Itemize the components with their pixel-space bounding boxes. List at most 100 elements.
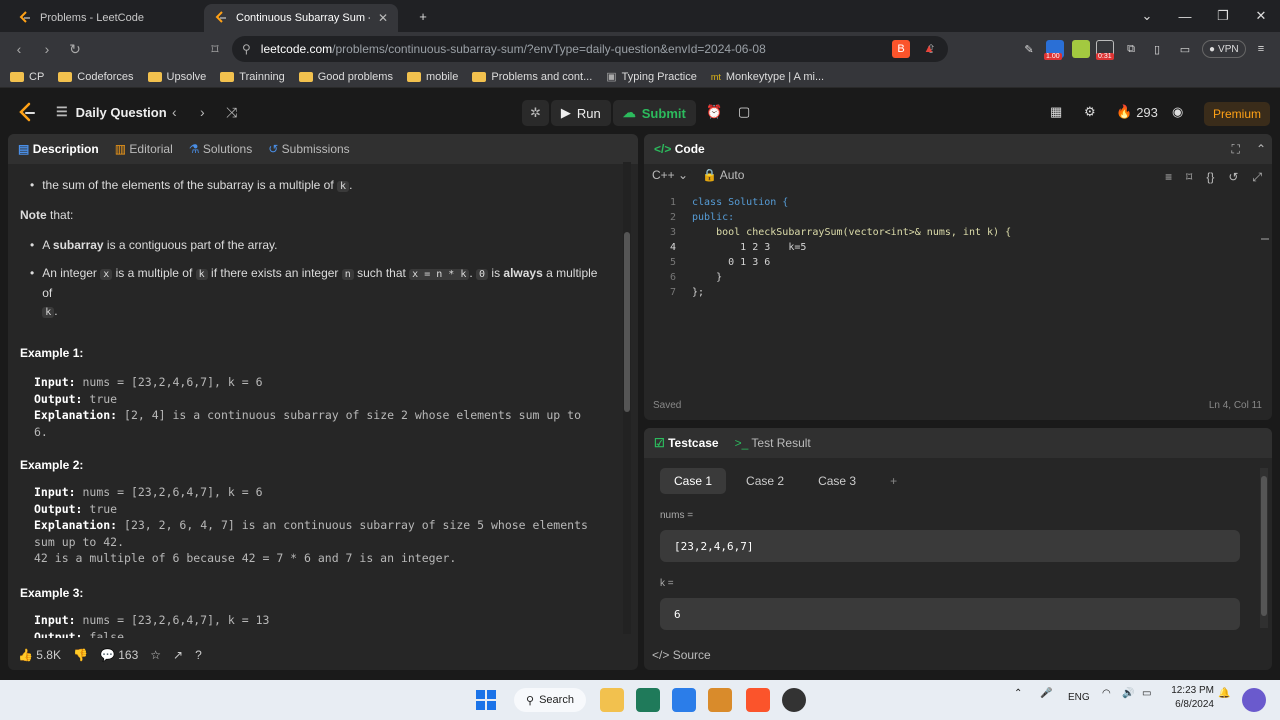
expand-icon[interactable]: ⤢ xyxy=(1252,170,1262,185)
close-tab-icon[interactable]: ✕ xyxy=(378,11,388,25)
menu-icon[interactable]: ≡ xyxy=(1252,40,1270,58)
case-tab[interactable]: Case 3 xyxy=(804,468,870,494)
extension-icon-b[interactable] xyxy=(1072,40,1090,58)
settings-gear-icon[interactable]: ⚙ xyxy=(1084,104,1096,120)
format-icon[interactable]: ≡ xyxy=(1165,170,1172,185)
bookmark-item[interactable]: ▣ Typing Practice xyxy=(606,70,697,84)
bookmark-item[interactable]: mt Monkeytype | A mi... xyxy=(711,71,824,83)
bookmark-item[interactable]: CP xyxy=(10,71,44,83)
tab-search-icon[interactable]: ⌄ xyxy=(1128,0,1166,32)
pen-icon[interactable]: ✎ xyxy=(1020,40,1038,58)
layout-icon[interactable]: ▦ xyxy=(1050,104,1062,120)
sidebar-icon[interactable]: ▯ xyxy=(1148,40,1166,58)
back-icon[interactable]: ‹ xyxy=(8,38,30,60)
site-settings-icon[interactable]: ⚲ xyxy=(242,42,251,56)
extensions-puzzle-icon[interactable]: ⧉ xyxy=(1122,40,1140,58)
scrollbar-thumb[interactable] xyxy=(1261,476,1267,616)
like-button[interactable]: 👍 5.8K xyxy=(18,648,61,662)
submit-button[interactable]: ☁ Submit xyxy=(612,100,696,126)
maximize-button[interactable]: ❐ xyxy=(1204,0,1242,32)
forward-icon[interactable]: › xyxy=(36,38,58,60)
code-editor[interactable]: 1 class Solution { 2 public: 3 bool checkS… xyxy=(644,194,1254,314)
microphone-icon[interactable]: 🎤 xyxy=(1040,688,1052,699)
help-icon[interactable]: ? xyxy=(195,648,202,662)
close-window-button[interactable]: ✕ xyxy=(1242,0,1280,32)
code-text: bool checkSubarraySum(vector<int>& nums,… xyxy=(692,227,1012,238)
app-icon-2[interactable] xyxy=(782,688,806,712)
sublime-icon[interactable] xyxy=(708,688,732,712)
label: Output: xyxy=(34,629,83,639)
volume-icon[interactable]: 🔊 xyxy=(1122,688,1134,699)
windows-start-icon[interactable] xyxy=(474,688,498,712)
taskbar-search[interactable]: ⚲ Search xyxy=(514,688,586,712)
bookmark-icon[interactable]: ⌑ xyxy=(1186,170,1192,185)
language-select[interactable]: C++ ⌄ xyxy=(652,168,688,182)
leetcode-logo-icon[interactable] xyxy=(18,102,36,124)
brave-shield-icon[interactable]: B xyxy=(892,40,910,58)
run-button[interactable]: ▶ Run xyxy=(550,100,611,126)
code-tab[interactable]: </> Code xyxy=(654,142,705,156)
avatar[interactable]: ◉ xyxy=(1172,104,1183,120)
clock[interactable]: 12:23 PM 6/8/2024 xyxy=(1168,684,1214,712)
star-icon[interactable]: ☆ xyxy=(150,648,161,662)
file-explorer-icon[interactable] xyxy=(600,688,624,712)
streak-counter[interactable]: 🔥 293 xyxy=(1116,104,1158,120)
timer-icon[interactable]: ⏰ xyxy=(706,104,722,120)
tab-editorial[interactable]: ▥ Editorial xyxy=(115,142,173,156)
vscode-icon[interactable] xyxy=(672,688,696,712)
tray-chevron-icon[interactable]: ⌃ xyxy=(1014,688,1022,699)
scrollbar-thumb[interactable] xyxy=(624,232,630,412)
reset-icon[interactable]: ↺ xyxy=(1228,170,1238,185)
tab-test-result[interactable]: >_ Test Result xyxy=(735,436,811,450)
testcase-scrollbar[interactable] xyxy=(1260,468,1268,628)
vpn-button[interactable]: ● VPN xyxy=(1202,40,1246,58)
collapse-icon[interactable]: ⌃ xyxy=(1256,142,1266,156)
tab-solutions[interactable]: ⚗ Solutions xyxy=(189,142,252,156)
share-icon[interactable]: ↗ xyxy=(173,648,183,662)
reload-icon[interactable]: ↻ xyxy=(64,38,86,60)
debug-button[interactable]: ✲ xyxy=(522,100,549,126)
autocomplete-mode[interactable]: 🔒 Auto xyxy=(702,168,744,182)
bookmark-icon[interactable]: ⌑ xyxy=(204,38,226,60)
case-tab[interactable]: Case 2 xyxy=(732,468,798,494)
bookmark-item[interactable]: Problems and cont... xyxy=(472,71,592,83)
tab-testcase[interactable]: ☑ Testcase xyxy=(654,436,719,450)
wallet-icon[interactable]: ▭ xyxy=(1176,40,1194,58)
address-bar[interactable]: ⚲ leetcode.com /problems/continuous-suba… xyxy=(232,36,948,62)
app-icon[interactable] xyxy=(636,688,660,712)
description-scrollbar[interactable] xyxy=(623,162,631,634)
minimize-button[interactable]: — xyxy=(1166,0,1204,32)
add-case-icon[interactable]: + xyxy=(876,468,911,494)
braces-icon[interactable]: {} xyxy=(1206,170,1214,185)
fullscreen-icon[interactable]: ⛶ xyxy=(1232,142,1240,157)
case-tab[interactable]: Case 1 xyxy=(660,468,727,494)
daily-question-link[interactable]: ☰ Daily Question xyxy=(56,104,167,120)
wifi-icon[interactable]: ◠ xyxy=(1102,688,1111,699)
dislike-icon[interactable]: 👎 xyxy=(73,648,88,662)
nums-input[interactable]: [23,2,4,6,7] xyxy=(660,530,1240,562)
language-indicator[interactable]: ENG xyxy=(1068,692,1090,703)
prev-question-icon[interactable]: ‹ xyxy=(172,104,177,120)
bookmark-item[interactable]: Trainning xyxy=(220,71,285,83)
tab-submissions[interactable]: ↺ Submissions xyxy=(268,142,349,156)
battery-icon[interactable]: ▭ xyxy=(1142,688,1151,699)
source-link[interactable]: </> Source xyxy=(652,648,711,662)
next-question-icon[interactable]: › xyxy=(200,104,205,120)
rewards-icon[interactable]: ▲ xyxy=(920,40,938,58)
bookmark-item[interactable]: mobile xyxy=(406,71,458,83)
notification-icon[interactable]: 🔔 xyxy=(1218,688,1230,699)
new-tab-button[interactable]: + xyxy=(404,0,442,32)
k-input[interactable]: 6 xyxy=(660,598,1240,630)
copilot-icon[interactable] xyxy=(1242,688,1266,712)
brave-browser-icon[interactable] xyxy=(746,688,770,712)
shuffle-icon[interactable]: ⤨ xyxy=(226,104,237,121)
bookmark-item[interactable]: Upsolve xyxy=(147,71,206,83)
tab-description[interactable]: ▤ Description xyxy=(18,142,99,156)
bookmark-item[interactable]: Codeforces xyxy=(58,71,134,83)
premium-button[interactable]: Premium xyxy=(1204,102,1270,126)
notes-icon[interactable]: ▢ xyxy=(738,104,750,120)
browser-tab-active[interactable]: Continuous Subarray Sum - Lee ✕ xyxy=(204,4,398,32)
bookmark-item[interactable]: Good problems xyxy=(298,71,393,83)
comments-button[interactable]: 💬 163 xyxy=(100,648,138,662)
browser-tab-problems[interactable]: Problems - LeetCode xyxy=(8,4,198,32)
